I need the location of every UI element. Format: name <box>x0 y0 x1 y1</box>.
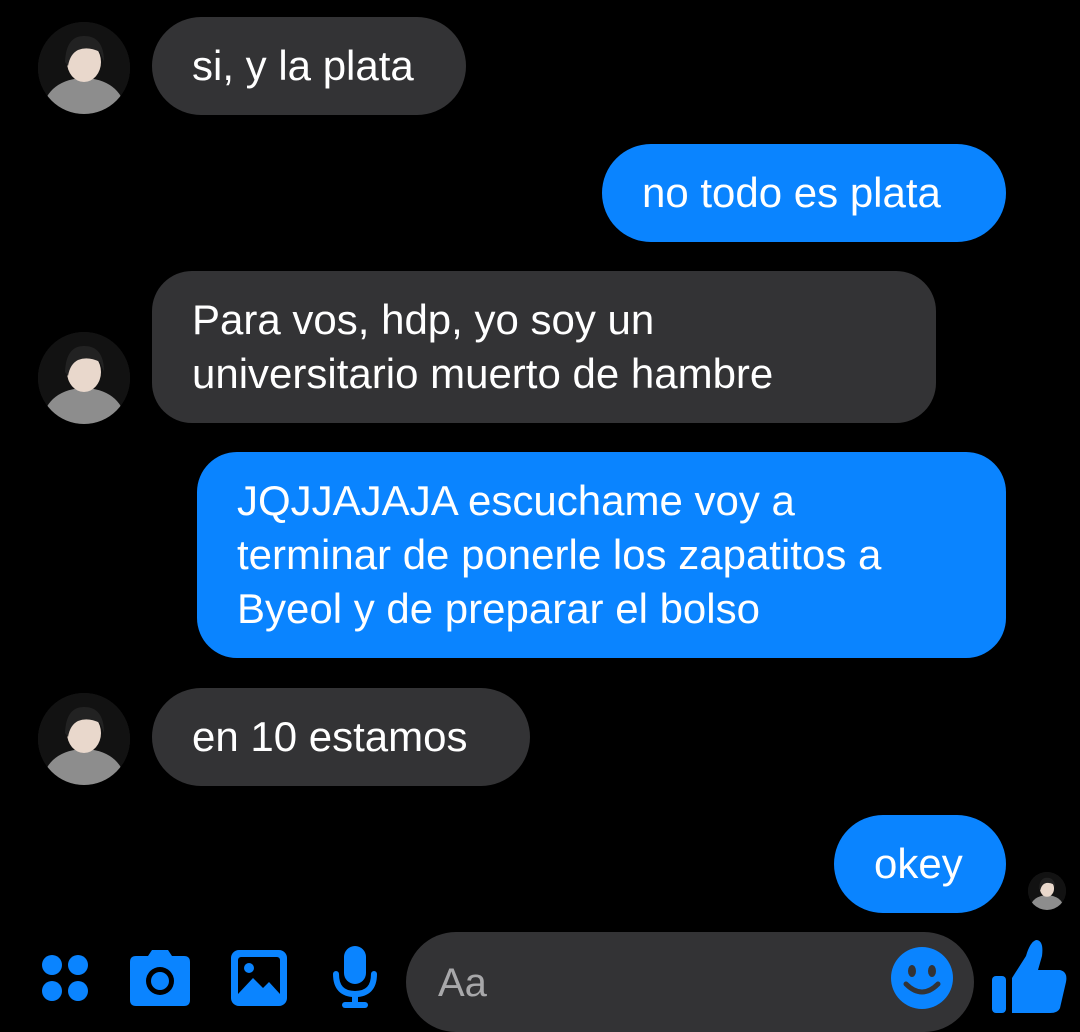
contact-avatar[interactable] <box>38 693 130 785</box>
contact-avatar[interactable] <box>38 332 130 424</box>
seen-indicator-avatar <box>1028 872 1066 910</box>
message-bubble-incoming[interactable]: si, y la plata <box>152 17 466 115</box>
person-photo-icon <box>38 332 130 424</box>
message-input[interactable] <box>438 960 858 1006</box>
message-input-container[interactable] <box>406 932 974 1032</box>
contact-avatar[interactable] <box>38 22 130 114</box>
message-bubble-outgoing[interactable]: JQJJAJAJA escuchame voy a terminar de po… <box>197 452 1006 658</box>
person-photo-icon <box>1028 872 1066 910</box>
camera-icon[interactable] <box>130 950 190 1006</box>
emoji-icon[interactable] <box>890 946 954 1010</box>
message-bubble-incoming[interactable]: en 10 estamos <box>152 688 530 786</box>
person-photo-icon <box>38 22 130 114</box>
person-photo-icon <box>38 693 130 785</box>
message-bubble-outgoing[interactable]: okey <box>834 815 1006 913</box>
message-bubble-outgoing[interactable]: no todo es plata <box>602 144 1006 242</box>
thumbs-up-icon[interactable] <box>990 938 1068 1013</box>
gallery-icon[interactable] <box>231 950 287 1006</box>
apps-icon[interactable] <box>40 953 90 1003</box>
message-bubble-incoming[interactable]: Para vos, hdp, yo soy un universitario m… <box>152 271 936 423</box>
microphone-icon[interactable] <box>332 946 378 1008</box>
